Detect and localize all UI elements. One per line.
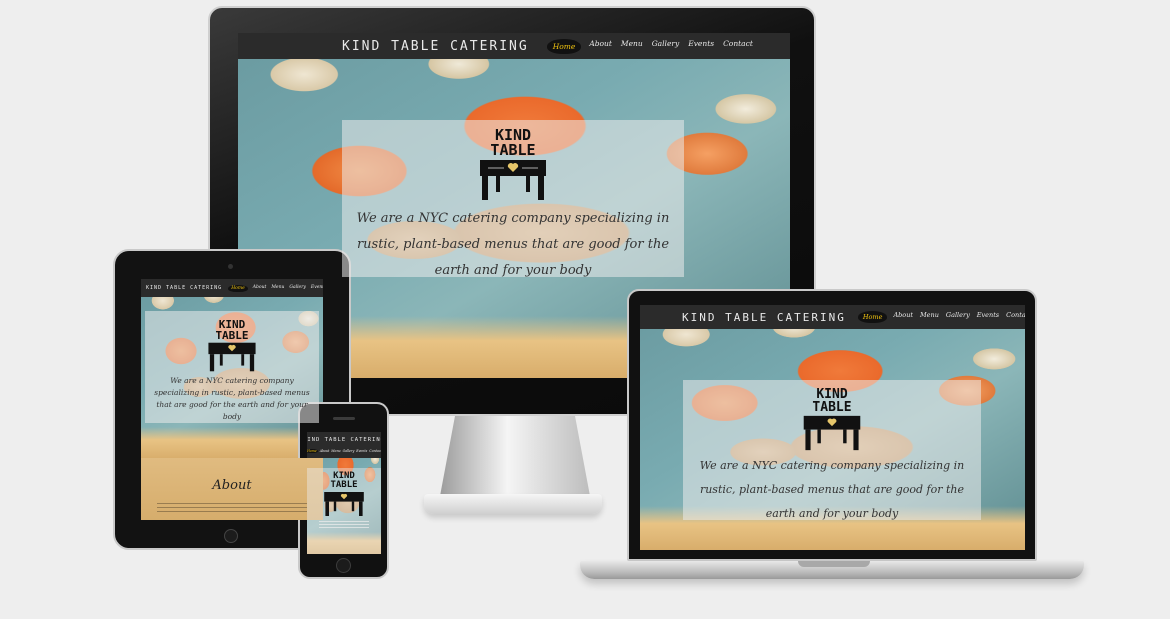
logo-kind: KIND [218, 318, 246, 331]
table-heart-icon [480, 160, 546, 200]
nav-menu[interactable]: Menu [271, 285, 284, 292]
tablet-camera [228, 264, 233, 269]
laptop-notch [798, 561, 870, 567]
nav-contact[interactable]: Contact [723, 39, 753, 54]
nav-events[interactable]: Events [977, 311, 999, 323]
site-header: KIND TABLE CATERING Home About Menu Gall… [307, 432, 381, 458]
nav-contact[interactable]: Contact [1006, 311, 1025, 323]
nav-events[interactable]: Events [688, 39, 714, 54]
nav-home[interactable]: Home [228, 284, 248, 292]
nav-about[interactable]: About [320, 449, 330, 453]
table-heart-icon [324, 492, 364, 516]
phone-speaker [333, 417, 355, 420]
hero-tagline-lines [319, 521, 369, 529]
hero-overlay: KIND TABLE We are a NYC catering company… [342, 120, 684, 278]
site-brand[interactable]: KIND TABLE CATERING [307, 437, 381, 443]
site-header: KIND TABLE CATERING Home About Menu Gall… [238, 33, 790, 59]
nav-menu[interactable]: Menu [621, 39, 643, 54]
site-header: KIND TABLE CATERING Home About Menu Gall… [640, 305, 1025, 329]
monitor-stand [440, 416, 590, 496]
main-nav: Home About Menu Gallery Events Contact [546, 38, 753, 54]
site-brand[interactable]: KIND TABLE CATERING [682, 311, 846, 324]
main-nav: Home About Menu Gallery Events Contact [228, 284, 323, 292]
phone-screen: KIND TABLE CATERING Home About Menu Gall… [307, 432, 381, 554]
logo-table: TABLE [490, 141, 536, 159]
about-text [157, 503, 307, 515]
logo-kind: KIND [816, 387, 848, 402]
main-nav: Home About Menu Gallery Events Contact [307, 449, 381, 453]
nav-home[interactable]: Home [546, 38, 582, 54]
tablet-screen: KIND TABLE CATERING Home About Menu Gall… [141, 279, 323, 520]
nav-home[interactable]: Home [857, 311, 888, 323]
site-brand[interactable]: KIND TABLE CATERING [342, 39, 529, 54]
hero-overlay: KIND TABLE We are a NYC catering company… [683, 380, 981, 520]
nav-gallery[interactable]: Gallery [946, 311, 970, 323]
laptop-screen: KIND TABLE CATERING Home About Menu Gall… [640, 305, 1025, 550]
tablet-home-button[interactable] [224, 529, 238, 543]
hero-tagline: We are a NYC catering company specializi… [699, 459, 965, 520]
logo-kind: KIND [494, 126, 532, 144]
nav-about[interactable]: About [253, 285, 267, 292]
nav-events[interactable]: Events [356, 449, 367, 453]
logo-table: TABLE [330, 480, 358, 490]
monitor-base [424, 494, 602, 514]
nav-contact[interactable]: Contact [369, 449, 381, 453]
logo-table: TABLE [812, 400, 852, 415]
main-nav: Home About Menu Gallery Events Contact [857, 311, 1025, 323]
nav-gallery[interactable]: Gallery [343, 449, 355, 453]
about-section: About [141, 458, 323, 520]
nav-menu[interactable]: Menu [331, 449, 340, 453]
hero-overlay: KIND TABLE [307, 468, 381, 554]
nav-gallery[interactable]: Gallery [652, 39, 680, 54]
nav-about[interactable]: About [589, 39, 612, 54]
hero-tagline: We are a NYC catering company specializi… [356, 211, 670, 278]
nav-home[interactable]: Home [307, 449, 318, 453]
nav-about[interactable]: About [893, 311, 913, 323]
hero-overlay: KIND TABLE We are a NYC catering company… [145, 311, 319, 423]
nav-menu[interactable]: Menu [920, 311, 939, 323]
hero-tagline: We are a NYC catering company specializi… [154, 376, 310, 421]
site-brand[interactable]: KIND TABLE CATERING [146, 285, 222, 291]
table-heart-icon [803, 415, 861, 451]
site-header: KIND TABLE CATERING Home About Menu Gall… [141, 279, 323, 297]
table-heart-icon [208, 342, 256, 372]
phone-home-button[interactable] [336, 558, 351, 573]
logo-table: TABLE [215, 329, 249, 342]
nav-events[interactable]: Events [311, 285, 323, 292]
nav-gallery[interactable]: Gallery [289, 285, 306, 292]
about-heading: About [212, 478, 252, 493]
